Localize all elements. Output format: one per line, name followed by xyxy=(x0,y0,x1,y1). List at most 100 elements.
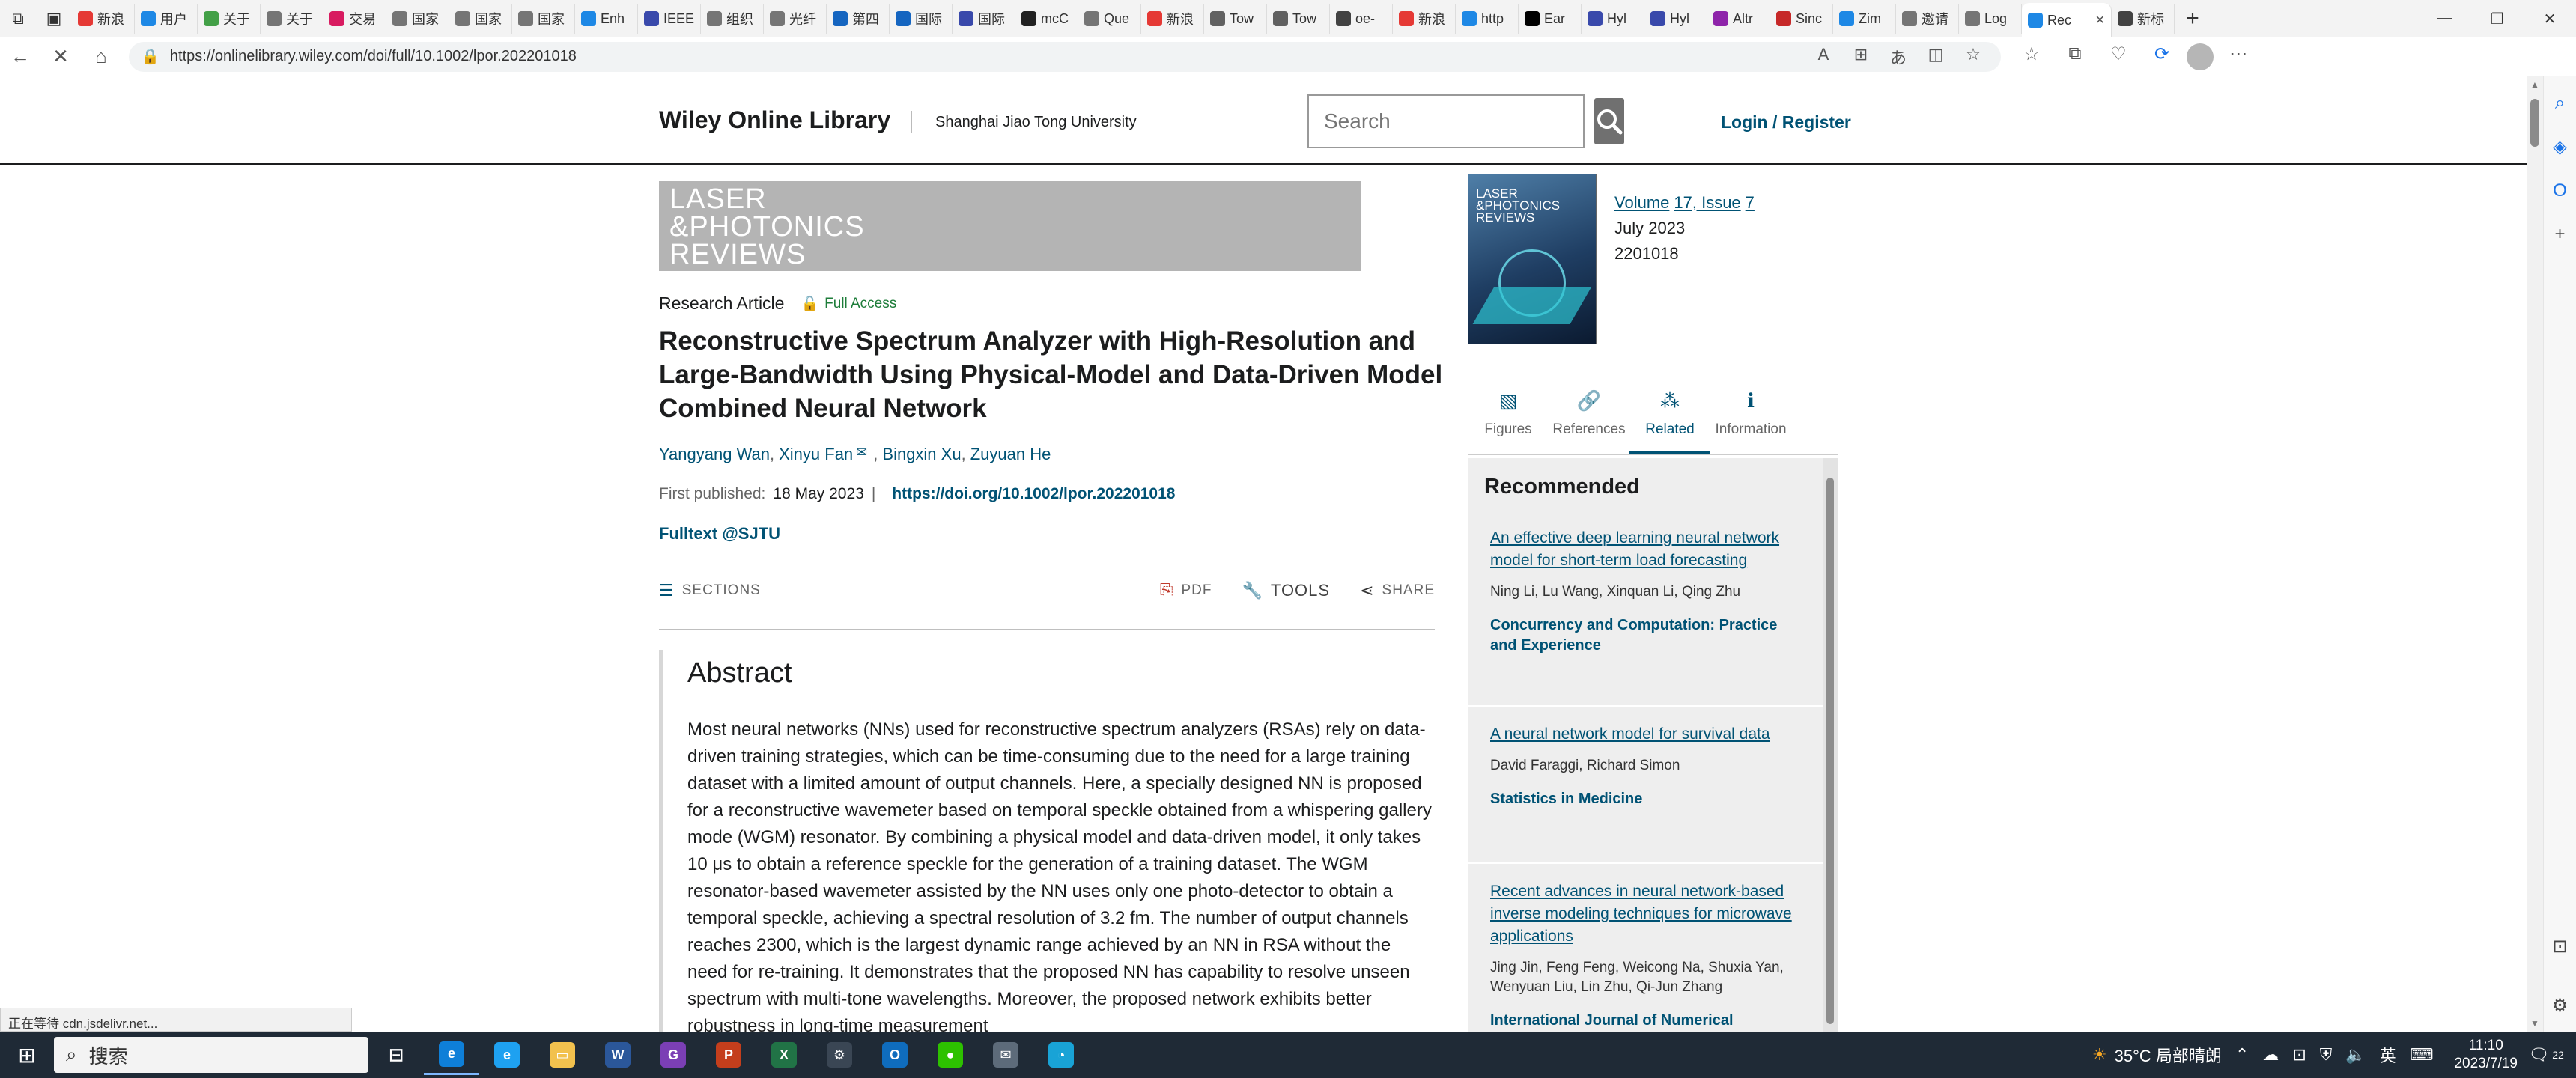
browser-tab[interactable]: Zim xyxy=(1833,4,1896,34)
search-button[interactable] xyxy=(1594,98,1624,144)
scroll-down-arrow[interactable]: ▼ xyxy=(2530,1018,2539,1029)
browser-tab[interactable]: 组织 xyxy=(701,4,764,34)
browser-tab[interactable]: Altr xyxy=(1707,4,1770,34)
onedrive-icon[interactable]: ☁ xyxy=(2262,1045,2279,1065)
browser-tab[interactable]: IEEE xyxy=(638,4,701,34)
browser-tab[interactable]: oe- xyxy=(1330,4,1393,34)
more-menu-icon[interactable]: ⋯ xyxy=(2220,43,2257,70)
taskbar-app-app-g[interactable]: G xyxy=(645,1035,701,1075)
read-aloud-icon[interactable]: A xyxy=(1808,45,1839,69)
taskbar-app-settings[interactable]: ⚙ xyxy=(812,1035,867,1075)
taskbar-app-edge[interactable]: e xyxy=(424,1035,479,1075)
page-scroll-thumb[interactable] xyxy=(2530,99,2539,147)
tab-references[interactable]: 🔗 References xyxy=(1549,383,1629,454)
doi-link[interactable]: https://doi.org/10.1002/lpor.202201018 xyxy=(892,485,1175,503)
browser-tab[interactable]: 关于 xyxy=(198,4,261,34)
browser-essentials-icon[interactable]: ♡ xyxy=(2100,43,2137,70)
browser-tab[interactable]: Tow xyxy=(1267,4,1330,34)
recommended-journal-link[interactable]: International Journal of Numerical Model… xyxy=(1490,1011,1800,1032)
recommended-scroll-thumb[interactable] xyxy=(1826,478,1834,1024)
notification-button[interactable]: 🗨 22 xyxy=(2528,1040,2564,1070)
pdf-button[interactable]: ⎘ PDF xyxy=(1160,581,1212,600)
browser-tab[interactable]: 国际 xyxy=(953,4,1015,34)
volume-icon[interactable]: 🔈 xyxy=(2345,1045,2366,1065)
author-link[interactable]: Zuyuan He xyxy=(970,445,1051,464)
profile-avatar[interactable] xyxy=(2187,43,2214,70)
email-icon[interactable]: ✉ xyxy=(856,445,867,464)
close-tab-icon[interactable]: ✕ xyxy=(2095,13,2105,28)
taskbar-app-app-blue[interactable]: ◔ xyxy=(1033,1035,1089,1075)
scroll-up-arrow[interactable]: ▲ xyxy=(2530,79,2539,90)
security-icon[interactable]: ⛨ xyxy=(2320,1045,2333,1065)
network-icon[interactable]: ⊡ xyxy=(2292,1045,2306,1065)
browser-tab[interactable]: 第四 xyxy=(827,4,890,34)
split-screen-icon[interactable]: ◫ xyxy=(1920,45,1951,69)
recommended-title-link[interactable]: A neural network model for survival data xyxy=(1490,723,1800,746)
sections-button[interactable]: ☰ SECTIONS xyxy=(659,581,761,600)
browser-tab[interactable]: 邀请 xyxy=(1896,4,1959,34)
taskbar-app-excel[interactable]: X xyxy=(756,1035,812,1075)
task-view-button[interactable]: ⊟ xyxy=(368,1035,424,1075)
page-scrollbar[interactable]: ▲ ▼ xyxy=(2527,76,2543,1032)
browser-tab[interactable]: 新浪 xyxy=(72,4,135,34)
browser-tab[interactable]: Hyl xyxy=(1644,4,1707,34)
recommended-title-link[interactable]: An effective deep learning neural networ… xyxy=(1490,527,1800,572)
minimize-button[interactable]: — xyxy=(2419,10,2471,28)
browser-tab[interactable]: 交易 xyxy=(323,4,386,34)
favorites-icon[interactable]: ☆ xyxy=(2013,43,2050,70)
browser-tab[interactable]: Sinc xyxy=(1770,4,1833,34)
extension-icon[interactable]: ⟳ xyxy=(2143,43,2181,70)
sidebar-copilot-icon[interactable]: ◈ xyxy=(2553,136,2566,158)
sidebar-add-icon[interactable]: + xyxy=(2554,224,2565,245)
browser-tab[interactable]: 新浪 xyxy=(1141,4,1204,34)
browser-tab[interactable]: 关于 xyxy=(261,4,323,34)
taskbar-app-explorer[interactable]: ▭ xyxy=(535,1035,590,1075)
browser-tab[interactable]: 国家 xyxy=(449,4,512,34)
login-register-link[interactable]: Login / Register xyxy=(1721,112,1851,133)
input-language[interactable]: 英 xyxy=(2380,1043,2396,1067)
keyboard-icon[interactable]: ⌨ xyxy=(2410,1045,2434,1065)
issue-link[interactable]: 7 xyxy=(1746,193,1755,212)
recommended-journal-link[interactable]: Statistics in Medicine xyxy=(1490,789,1800,809)
volume-issue-link[interactable]: 17, Issue xyxy=(1674,193,1740,212)
browser-tab[interactable]: http xyxy=(1456,4,1519,34)
volume-link[interactable]: Volume xyxy=(1614,193,1669,212)
browser-tab[interactable]: 国家 xyxy=(386,4,449,34)
fulltext-link[interactable]: Fulltext @SJTU xyxy=(659,524,780,543)
browser-tab[interactable]: 新标 xyxy=(2112,4,2175,34)
url-text[interactable]: https://onlinelibrary.wiley.com/doi/full… xyxy=(170,48,577,65)
browser-tab[interactable]: Log xyxy=(1959,4,2022,34)
sidebar-outlook-icon[interactable]: O xyxy=(2553,180,2567,201)
browser-tab[interactable]: 新浪 xyxy=(1393,4,1456,34)
sidebar-screenshot-icon[interactable]: ⊡ xyxy=(2552,936,2567,957)
browser-tab[interactable]: 国际 xyxy=(890,4,953,34)
translate-icon[interactable]: あ xyxy=(1883,45,1914,69)
tray-chevron-icon[interactable]: ⌃ xyxy=(2235,1045,2249,1065)
weather-widget[interactable]: ☀ 35°C 局部晴朗 xyxy=(2092,1043,2222,1067)
share-button[interactable]: ⋖ SHARE xyxy=(1360,581,1435,600)
close-window-button[interactable]: ✕ xyxy=(2524,10,2576,28)
maximize-button[interactable]: ❐ xyxy=(2471,10,2524,28)
reload-icon[interactable]: ✕ xyxy=(40,40,81,73)
taskbar-app-mail[interactable]: ✉ xyxy=(978,1035,1033,1075)
tools-button[interactable]: 🔧 TOOLS xyxy=(1242,581,1331,600)
author-link[interactable]: Xinyu Fan xyxy=(779,445,853,464)
taskbar-app-ie[interactable]: e xyxy=(479,1035,535,1075)
tab-figures[interactable]: ▧ Figures xyxy=(1468,383,1549,454)
home-icon[interactable]: ⌂ xyxy=(81,40,121,73)
app-available-icon[interactable]: ⊞ xyxy=(1845,45,1877,69)
browser-tab[interactable]: 用户 xyxy=(135,4,198,34)
browser-tab[interactable]: Que xyxy=(1078,4,1141,34)
browser-tab[interactable]: Ear xyxy=(1519,4,1582,34)
address-bar[interactable]: 🔒 https://onlinelibrary.wiley.com/doi/fu… xyxy=(129,41,2001,72)
new-tab-button[interactable]: + xyxy=(2175,6,2211,31)
workspaces-icon[interactable]: ⧉ xyxy=(0,2,36,35)
sidebar-search-icon[interactable]: ⌕ xyxy=(2555,93,2565,114)
taskbar-app-powerpoint[interactable]: P xyxy=(701,1035,756,1075)
clock[interactable]: 11:10 2023/7/19 xyxy=(2454,1037,2518,1073)
sidebar-settings-icon[interactable]: ⚙ xyxy=(2552,995,2569,1017)
journal-banner[interactable]: LASER &PHOTONICS REVIEWS xyxy=(659,181,1361,271)
author-link[interactable]: Bingxin Xu xyxy=(882,445,961,464)
favorite-star-icon[interactable]: ☆ xyxy=(1957,45,1989,69)
author-link[interactable]: Yangyang Wan xyxy=(659,445,770,464)
